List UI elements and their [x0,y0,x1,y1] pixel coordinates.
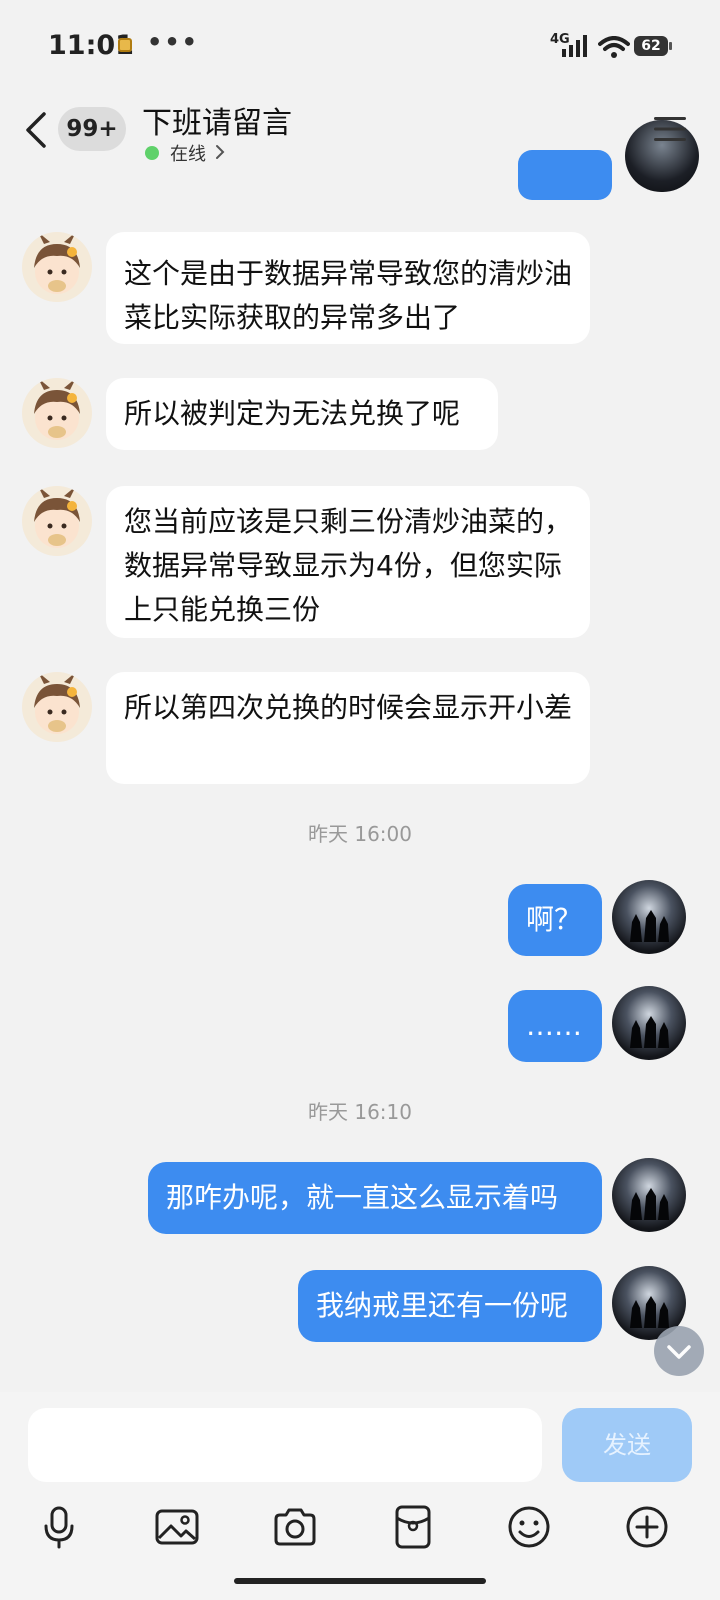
composer: 发送 [0,1392,720,1600]
online-status-dot [145,146,159,160]
self-avatar[interactable] [612,880,686,954]
contact-avatar[interactable] [22,672,92,742]
chat-header: 99+ 下班请留言 在线 [0,92,720,178]
message-input[interactable] [28,1408,542,1482]
message-timestamp: 昨天 16:10 [308,1100,412,1124]
more-notifications-indicator: ••• [147,28,200,56]
message-bubble-received[interactable]: 您当前应该是只剩三份清炒油菜的，数据异常导致显示为4份，但您实际上只能兑换三份 [106,486,590,638]
chevron-right-icon[interactable] [215,144,225,160]
message-timestamp: 昨天 16:00 [308,822,412,846]
plus-icon[interactable] [624,1504,670,1550]
contact-avatar[interactable] [22,232,92,302]
message-bubble-sent[interactable]: 啊？ [508,884,602,956]
self-avatar[interactable] [612,1158,686,1232]
emoji-icon[interactable] [506,1504,552,1550]
message-bubble-sent[interactable]: 那咋办呢，就一直这么显示着吗 [148,1162,602,1234]
menu-icon[interactable] [654,116,686,142]
message-bubble-received[interactable]: 所以被判定为无法兑换了呢 [106,378,498,450]
camera-icon[interactable] [272,1504,318,1550]
send-button[interactable]: 发送 [562,1408,692,1482]
message-bubble-sent[interactable]: 我纳戒里还有一份呢 [298,1270,602,1342]
message-bubble-received[interactable]: 所以第四次兑换的时候会显示开小差 [106,672,590,784]
wifi-icon [598,36,630,58]
home-indicator[interactable] [234,1578,486,1584]
contact-avatar[interactable] [22,378,92,448]
contact-avatar[interactable] [22,486,92,556]
chevron-down-icon [667,1345,691,1359]
battery-level: 62 [634,36,668,56]
battery-icon: 62 [634,36,672,56]
notification-icon [118,38,132,52]
scroll-to-bottom-button[interactable] [654,1326,704,1376]
online-status-label[interactable]: 在线 [170,140,206,166]
red-packet-icon[interactable] [390,1504,436,1550]
status-bar: 11:01 ••• 4G 62 [0,0,720,92]
message-bubble-sent[interactable]: …… [508,990,602,1062]
microphone-icon[interactable] [36,1504,82,1550]
unread-count-badge[interactable]: 99+ [58,107,126,151]
chat-title: 下班请留言 [142,106,292,141]
signal-icon [562,35,587,57]
self-avatar[interactable] [612,986,686,1060]
back-icon[interactable] [22,110,50,150]
image-icon[interactable] [154,1504,200,1550]
message-bubble-received[interactable]: 这个是由于数据异常导致您的清炒油菜比实际获取的异常多出了 [106,232,590,344]
